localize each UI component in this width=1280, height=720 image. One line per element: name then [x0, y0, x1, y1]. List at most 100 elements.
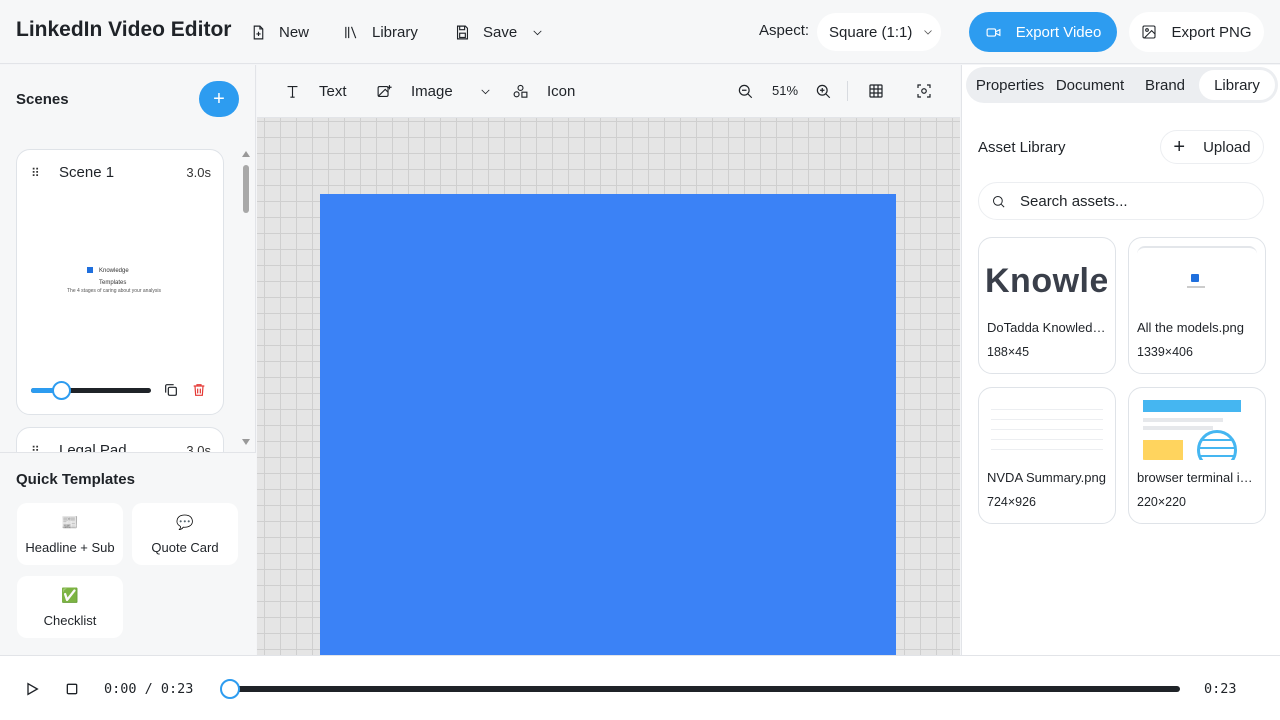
scene-name: Scene 1	[59, 164, 115, 181]
zoom-out-button[interactable]	[736, 82, 754, 100]
add-scene-button[interactable]: +	[199, 81, 239, 117]
scenes-scrollbar[interactable]	[240, 149, 252, 445]
chevron-down-icon[interactable]	[531, 26, 544, 39]
search-input[interactable]	[1020, 192, 1250, 210]
inspector-panel: Properties Document Brand Library Asset …	[961, 65, 1280, 655]
export-png-label: Export PNG	[1171, 23, 1252, 41]
shapes-icon	[513, 84, 528, 98]
template-quote-card[interactable]: 💬 Quote Card	[132, 503, 238, 565]
playback-bar: 0:00 / 0:23 0:23	[0, 655, 1280, 720]
thumb-text: Knowledge	[99, 268, 129, 274]
export-video-label: Export Video	[1015, 23, 1102, 41]
thumb-line	[1187, 286, 1205, 288]
video-camera-icon	[986, 27, 1001, 37]
asset-card[interactable]: All the models.png 1339×406	[1128, 237, 1266, 374]
save-button[interactable]: Save	[454, 20, 544, 44]
plus-icon: +	[1173, 136, 1186, 158]
zoom-in-icon	[816, 84, 831, 99]
toolbar-divider	[847, 81, 848, 101]
scroll-down-icon[interactable]	[242, 439, 250, 445]
asset-card[interactable]: NVDA Summary.png 724×926	[978, 387, 1116, 524]
text-icon	[287, 85, 298, 98]
export-png-button[interactable]: Export PNG	[1129, 12, 1264, 52]
scroll-up-icon[interactable]	[242, 151, 250, 157]
grid-toggle-button[interactable]	[867, 82, 885, 100]
upload-label: Upload	[1203, 138, 1251, 156]
drag-handle-icon[interactable]: ⠿	[31, 167, 45, 179]
aspect-select[interactable]: Square (1:1)	[817, 13, 941, 51]
library-button[interactable]: Library	[343, 20, 418, 44]
new-label: New	[279, 23, 310, 41]
fit-to-screen-button[interactable]	[915, 82, 933, 100]
new-button[interactable]: New	[250, 20, 309, 44]
search-icon	[993, 195, 1005, 207]
speech-bubble-icon: 💬	[176, 513, 194, 530]
asset-name: All the models.png	[1137, 320, 1244, 335]
quick-templates-title: Quick Templates	[16, 471, 135, 488]
duplicate-icon[interactable]	[163, 382, 179, 398]
browser-line	[1143, 418, 1223, 422]
library-label: Library	[372, 23, 418, 41]
scene-card[interactable]: ⠿ Scene 1 3.0s Knowledge Templates The 4…	[16, 149, 224, 415]
duration-slider[interactable]	[31, 388, 151, 393]
timeline-track[interactable]	[228, 686, 1180, 692]
template-headline-sub[interactable]: 📰 Headline + Sub	[17, 503, 123, 565]
tab-properties[interactable]: Properties	[970, 67, 1050, 103]
artboard[interactable]	[320, 194, 896, 655]
export-video-button[interactable]: Export Video	[969, 12, 1117, 52]
template-checklist[interactable]: ✅ Checklist	[17, 576, 123, 638]
slider-handle[interactable]	[52, 381, 72, 400]
asset-thumbnail	[1137, 246, 1257, 310]
save-label: Save	[483, 23, 518, 41]
trash-icon[interactable]	[191, 382, 207, 398]
zoom-in-button[interactable]	[814, 82, 832, 100]
thumb-text: Knowledge	[987, 262, 1107, 300]
scene-thumbnail[interactable]: Knowledge Templates The 4 stages of cari…	[31, 194, 209, 364]
timeline-handle[interactable]	[220, 679, 240, 699]
scroll-thumb[interactable]	[243, 165, 249, 213]
tab-library[interactable]: Library	[1199, 70, 1275, 100]
upload-button[interactable]: + Upload	[1160, 130, 1264, 164]
logo-icon	[1191, 274, 1199, 282]
tab-document[interactable]: Document	[1050, 67, 1130, 103]
tab-brand[interactable]: Brand	[1130, 67, 1200, 103]
template-label: Headline + Sub	[25, 539, 115, 555]
add-text-button[interactable]: Text	[284, 81, 347, 101]
aspect-label: Aspect:	[759, 22, 810, 39]
logo-icon	[87, 267, 93, 273]
scenes-panel: Scenes + ⠿ Scene 1 3.0s Knowledge Templa…	[0, 65, 256, 655]
asset-search[interactable]	[978, 182, 1264, 220]
canvas-area[interactable]	[257, 118, 960, 655]
asset-card[interactable]: browser terminal icon.png 220×220	[1128, 387, 1266, 524]
globe-icon	[1197, 430, 1237, 460]
asset-name: browser terminal icon.png	[1137, 470, 1257, 485]
zoom-value: 51%	[772, 83, 799, 98]
add-image-button[interactable]: Image	[376, 81, 492, 101]
total-time: 0:23	[1204, 681, 1237, 697]
scene-card[interactable]: ⠿ Legal Pad 3.0s	[16, 427, 224, 453]
play-icon[interactable]	[24, 681, 40, 697]
icon-label: Icon	[547, 82, 576, 100]
scene-duration: 3.0s	[186, 165, 211, 180]
stop-icon[interactable]	[64, 681, 80, 697]
image-add-icon	[377, 84, 392, 97]
aspect-value: Square (1:1)	[829, 23, 913, 41]
add-icon-button[interactable]: Icon	[512, 81, 575, 101]
image-icon	[1142, 25, 1157, 39]
grid-icon	[869, 84, 883, 98]
focus-icon	[917, 84, 931, 98]
app-title: LinkedIn Video Editor	[16, 18, 232, 41]
text-label: Text	[319, 82, 347, 100]
quick-templates-section: Quick Templates 📰 Headline + Sub 💬 Quote…	[0, 452, 256, 655]
zoom-out-icon	[738, 84, 753, 99]
asset-size: 724×926	[987, 495, 1037, 509]
scene-list: ⠿ Scene 1 3.0s Knowledge Templates The 4…	[0, 149, 256, 453]
asset-thumbnail	[987, 396, 1107, 460]
template-label: Quote Card	[151, 539, 219, 555]
image-label: Image	[411, 82, 453, 100]
save-icon	[456, 25, 469, 39]
asset-card[interactable]: Knowledge DoTadda Knowledge.png 188×45	[978, 237, 1116, 374]
asset-name: DoTadda Knowledge.png	[987, 320, 1107, 335]
chevron-down-icon[interactable]	[479, 85, 492, 98]
thumb-text: The 4 stages of caring about your analys…	[67, 288, 161, 294]
